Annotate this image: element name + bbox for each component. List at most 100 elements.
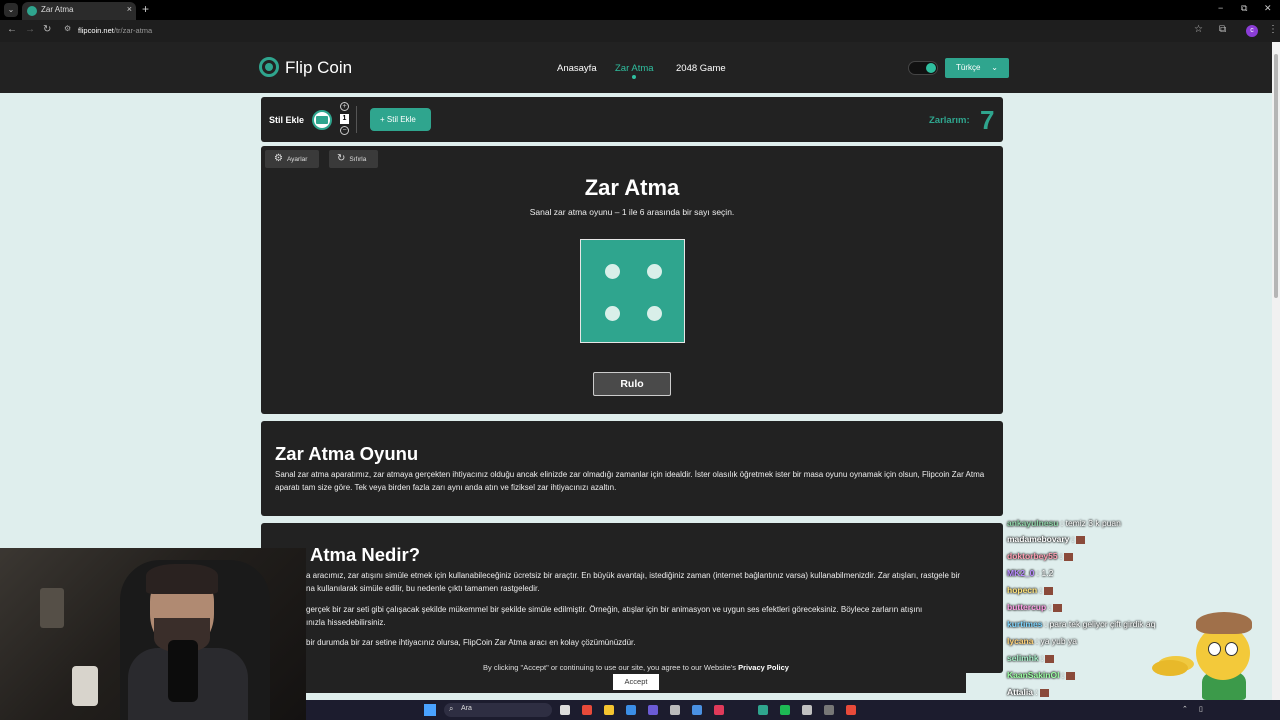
increase-dice-button[interactable]: + bbox=[340, 102, 349, 111]
favicon-icon bbox=[27, 6, 37, 16]
add-style-label: Stil Ekle bbox=[386, 115, 416, 124]
decrease-dice-button[interactable]: − bbox=[340, 126, 349, 135]
settings-button[interactable]: ⚙ Ayarlar bbox=[265, 150, 319, 168]
url-path: /tr/zar-atma bbox=[113, 26, 153, 35]
cookie-accept-button[interactable]: Accept bbox=[613, 674, 659, 690]
streamer-webcam bbox=[0, 548, 306, 720]
window-restore-button[interactable]: ⧉ bbox=[1241, 3, 1247, 14]
page-scrollbar[interactable] bbox=[1272, 42, 1280, 700]
forward-icon[interactable]: → bbox=[25, 24, 35, 35]
chat-text: : bbox=[1046, 602, 1051, 612]
taskbar-app-icon[interactable] bbox=[648, 705, 658, 715]
chat-text: : bbox=[1069, 534, 1075, 544]
language-select[interactable]: Türkçe ⌄ bbox=[945, 58, 1009, 78]
site-logo-text[interactable]: Flip Coin bbox=[285, 58, 352, 78]
my-dice-count: 7 bbox=[980, 105, 995, 135]
die-style-swatch[interactable] bbox=[312, 110, 332, 130]
windows-start-icon[interactable] bbox=[424, 704, 436, 716]
chat-username: madamebovary bbox=[1007, 534, 1070, 544]
browser-tab-active[interactable]: Zar Atma × bbox=[22, 2, 136, 20]
die-face[interactable] bbox=[580, 239, 685, 343]
mascot-hat bbox=[1196, 612, 1252, 634]
window-minimize-button[interactable]: − bbox=[1218, 3, 1223, 13]
taskbar-app-icon[interactable] bbox=[692, 705, 702, 715]
chat-text: : 1.2 bbox=[1034, 568, 1054, 578]
nav-active-indicator bbox=[632, 75, 636, 79]
section-paragraph: a aracımız, zar atışını simüle etmek içi… bbox=[306, 571, 961, 580]
die-pip bbox=[605, 306, 620, 321]
taskbar-app-icon[interactable] bbox=[626, 705, 636, 715]
chevron-down-icon: ⌄ bbox=[991, 63, 998, 72]
dice-game-panel: ⚙ Ayarlar ↻ Sıfırla Zar Atma Sanal zar atm… bbox=[261, 146, 1003, 414]
section-title: Zar Atma Oyunu bbox=[275, 443, 419, 464]
chat-text: : bbox=[1057, 551, 1063, 561]
chat-username: hopecn bbox=[1007, 585, 1038, 595]
tab-search-button[interactable]: ⌄ bbox=[4, 3, 18, 17]
search-icon: ⌕ bbox=[449, 704, 454, 713]
add-style-button[interactable]: + Stil Ekle bbox=[370, 108, 431, 131]
url-domain: flipcoin.net bbox=[78, 26, 114, 35]
browser-tabbar: ⌄ Zar Atma × + − ⧉ ✕ bbox=[0, 0, 1280, 20]
taskbar-explorer-icon[interactable] bbox=[604, 705, 614, 715]
chat-username: Attalia bbox=[1007, 687, 1033, 697]
coins-icon bbox=[1152, 660, 1188, 676]
toggle-knob bbox=[926, 63, 936, 73]
divider bbox=[356, 106, 357, 133]
new-tab-button[interactable]: + bbox=[142, 2, 149, 16]
tab-close-icon[interactable]: × bbox=[127, 4, 132, 14]
chat-username: ankayulnesu bbox=[1007, 518, 1059, 528]
url-field[interactable]: ⚙ flipcoin.net/tr/zar-atma bbox=[60, 23, 1200, 39]
taskbar-chrome-icon[interactable] bbox=[582, 705, 592, 715]
dice-count-input[interactable]: 1 bbox=[340, 114, 349, 124]
taskbar-spotify-icon[interactable] bbox=[780, 705, 790, 715]
taskbar-app-icon[interactable] bbox=[714, 705, 724, 715]
gear-icon: ⚙ bbox=[274, 153, 283, 164]
browser-menu-icon[interactable]: ⋮ bbox=[1268, 24, 1278, 35]
microphone-icon bbox=[168, 640, 198, 702]
reset-button[interactable]: ↻ Sıfırla bbox=[329, 150, 378, 168]
site-info-icon[interactable]: ⚙ bbox=[64, 24, 71, 33]
webcam-background-object bbox=[40, 588, 64, 628]
chat-message: hopecn : bbox=[1007, 585, 1053, 595]
taskbar-app-icon[interactable] bbox=[560, 705, 570, 715]
taskbar-app-icon[interactable] bbox=[802, 705, 812, 715]
taskbar-app-icon[interactable] bbox=[758, 705, 768, 715]
chat-emote-icon bbox=[1066, 671, 1076, 680]
taskbar-app-icon[interactable] bbox=[670, 705, 680, 715]
section-paragraph: Sanal zar atma aparatımız, zar atmaya ge… bbox=[275, 470, 985, 492]
extensions-icon[interactable]: ⧉ bbox=[1219, 24, 1226, 35]
bookmark-star-icon[interactable]: ☆ bbox=[1194, 24, 1203, 35]
tray-chevron-icon[interactable]: ⌃ bbox=[1182, 705, 1188, 713]
chat-text: : ya yub ya bbox=[1033, 636, 1077, 646]
privacy-policy-link[interactable]: Privacy Policy bbox=[738, 663, 789, 672]
chat-username: doktorbey55 bbox=[1007, 551, 1058, 561]
chat-username: selimhk bbox=[1007, 653, 1039, 663]
chat-text: : bbox=[1032, 687, 1038, 697]
chat-text: : bbox=[1037, 585, 1042, 595]
taskbar-app-icon[interactable] bbox=[846, 705, 856, 715]
chat-message: doktorbey55 : bbox=[1007, 551, 1074, 561]
section-paragraph: na kullanılarak simüle edilir, bu nedenl… bbox=[306, 584, 540, 593]
nav-zar-atma[interactable]: Zar Atma bbox=[615, 63, 654, 74]
theme-toggle[interactable] bbox=[908, 61, 938, 75]
cookie-text: By clicking "Accept" or continuing to us… bbox=[483, 663, 737, 672]
chat-message: lycana : ya yub ya bbox=[1007, 636, 1077, 646]
taskbar-app-icon[interactable] bbox=[824, 705, 834, 715]
chat-message: ankayulnesu : temiz 3 k puan bbox=[1007, 518, 1121, 528]
nav-anasayfa[interactable]: Anasayfa bbox=[557, 63, 597, 74]
reload-icon[interactable]: ↻ bbox=[43, 24, 51, 35]
tray-network-icon[interactable]: ▯ bbox=[1199, 705, 1203, 713]
flip-coin-logo-icon[interactable] bbox=[259, 57, 279, 77]
roll-button[interactable]: Rulo bbox=[593, 372, 671, 396]
die-pip bbox=[647, 264, 662, 279]
window-close-button[interactable]: ✕ bbox=[1264, 3, 1272, 14]
chat-message: MK2_0 : 1.2 bbox=[1007, 568, 1053, 578]
chat-username: lycana bbox=[1007, 636, 1034, 646]
game-subtitle: Sanal zar atma oyunu – 1 ile 6 arasında … bbox=[529, 207, 735, 217]
chat-emote-icon bbox=[1045, 654, 1055, 663]
scroll-thumb[interactable] bbox=[1274, 54, 1278, 298]
taskbar-search[interactable]: ⌕ Ara bbox=[444, 703, 552, 717]
back-icon[interactable]: ← bbox=[7, 24, 17, 35]
profile-avatar[interactable]: c bbox=[1246, 25, 1258, 37]
nav-2048-game[interactable]: 2048 Game bbox=[676, 63, 726, 74]
